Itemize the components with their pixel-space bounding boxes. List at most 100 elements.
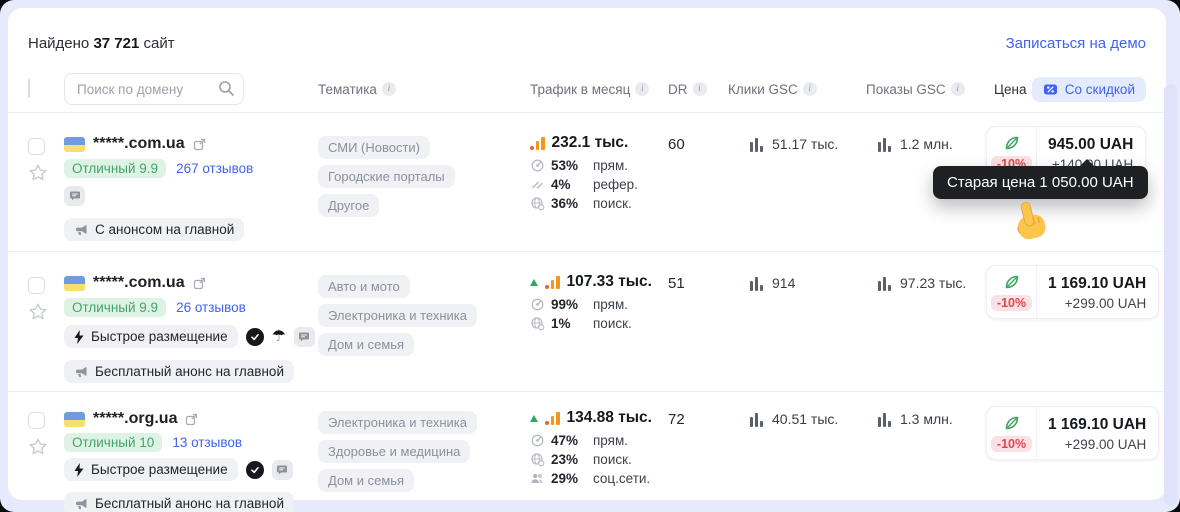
topic-tag: СМИ (Новости) [318, 136, 430, 159]
comment-icon[interactable] [272, 460, 293, 480]
reviews-link[interactable]: 267 отзывов [176, 161, 253, 176]
domain-name[interactable]: *****.com.ua [93, 274, 185, 292]
found-prefix: Найдено [28, 35, 89, 52]
info-icon[interactable]: i [693, 82, 707, 96]
row-checkbox[interactable] [28, 277, 45, 294]
favorite-star-icon[interactable] [28, 302, 48, 322]
discount-badge: -10% [991, 295, 1032, 311]
verified-check-icon[interactable] [246, 328, 264, 346]
bar-chart-icon [750, 412, 763, 427]
table-row: *****.com.ua Отличный 9.9 26 отзывов Быс… [8, 252, 1166, 392]
reviews-link[interactable]: 26 отзывов [176, 300, 246, 315]
traffic-cell: 232.1 тыс. 53% прям. 4% рефер. 36% поиск… [530, 113, 660, 251]
discount-filter-toggle[interactable]: Со скидкой [1032, 77, 1146, 102]
ukraine-flag-icon [64, 137, 85, 152]
row-checkbox[interactable] [28, 412, 45, 429]
info-icon[interactable]: i [803, 82, 817, 96]
column-price: Цена [994, 82, 1026, 97]
direct-traffic-icon [530, 433, 545, 448]
search-input[interactable] [64, 73, 244, 105]
topic-tag: Дом и семья [318, 469, 414, 492]
reviews-link[interactable]: 13 отзывов [172, 435, 242, 450]
column-dr: DR i [660, 82, 726, 97]
found-count: 37 721 [93, 35, 139, 52]
external-link-icon[interactable] [193, 277, 206, 290]
fast-placement-tag: Быстрое размещение [64, 458, 238, 481]
rating-badge: Отличный 9.9 [64, 298, 166, 317]
search-icon [218, 80, 235, 102]
column-clicks-gsc: Клики GSC i [726, 82, 856, 97]
announce-tag: Бесплатный анонс на главной [64, 492, 294, 512]
bar-chart-icon [878, 276, 891, 291]
info-icon[interactable]: i [951, 82, 965, 96]
verified-check-icon[interactable] [246, 461, 264, 479]
trend-up-icon [530, 415, 538, 422]
price-amount: 1 169.10 UAH [1048, 416, 1146, 434]
topic-tag: Дом и семья [318, 333, 414, 356]
table-row: *****.org.ua Отличный 10 13 отзывов Быст… [8, 392, 1166, 512]
traffic-cell: 107.33 тыс. 99% прям. 1% поиск. [530, 252, 660, 391]
vertical-scrollbar[interactable] [1164, 84, 1177, 506]
topics-cell: Электроника и техника Здоровье и медицин… [318, 392, 530, 512]
megaphone-icon [74, 223, 88, 237]
direct-traffic-icon [530, 158, 545, 173]
topic-tag: Другое [318, 194, 379, 217]
row-checkbox[interactable] [28, 138, 45, 155]
megaphone-icon [74, 365, 88, 379]
topics-cell: СМИ (Новости) Городские порталы Другое [318, 113, 530, 251]
rating-badge: Отличный 10 [64, 433, 162, 452]
favorite-star-icon[interactable] [28, 437, 48, 457]
clicks-gsc-cell: 914 [726, 252, 856, 391]
traffic-chart-icon [545, 412, 560, 425]
announce-tag: С анонсом на главной [64, 218, 244, 241]
old-price-tooltip: Старая цена 1 050.00 UAH [933, 166, 1148, 199]
price-card[interactable]: -10% 1 169.10 UAH +299.00 UAH [986, 406, 1159, 460]
favorite-star-icon[interactable] [28, 163, 48, 183]
info-icon[interactable]: i [635, 82, 649, 96]
social-traffic-icon [530, 471, 545, 486]
impressions-gsc-cell: 97.23 тыс. [856, 252, 986, 391]
column-impressions-gsc: Показы GSC i [856, 82, 986, 97]
search-traffic-icon [530, 316, 545, 331]
bar-chart-icon [878, 412, 891, 427]
domain-name[interactable]: *****.com.ua [93, 135, 185, 153]
lightning-icon [74, 330, 84, 344]
domain-name[interactable]: *****.org.ua [93, 410, 177, 428]
megaphone-icon [74, 497, 88, 511]
umbrella-icon[interactable]: ☂ [272, 329, 286, 345]
referral-traffic-icon [530, 177, 545, 192]
search-traffic-icon [530, 196, 545, 211]
bar-chart-icon [750, 137, 763, 152]
demo-signup-link[interactable]: Записаться на демо [1006, 35, 1146, 52]
topics-cell: Авто и мото Электроника и техника Дом и … [318, 252, 530, 391]
leaf-icon [1003, 273, 1021, 291]
traffic-total: 107.33 тыс. [567, 273, 652, 291]
search-traffic-icon [530, 452, 545, 467]
price-extra: +299.00 UAH [1048, 437, 1146, 452]
info-icon[interactable]: i [382, 82, 396, 96]
found-suffix: сайт [144, 35, 175, 52]
traffic-total: 232.1 тыс. [552, 134, 629, 152]
bar-chart-icon [878, 137, 891, 152]
announce-tag: Бесплатный анонс на главной [64, 360, 294, 383]
price-extra: +299.00 UAH [1048, 296, 1146, 311]
comment-icon[interactable] [294, 327, 315, 347]
clicks-gsc-cell: 40.51 тыс. [726, 392, 856, 512]
price-card[interactable]: -10% 1 169.10 UAH +299.00 UAH [986, 265, 1159, 319]
select-all-checkbox[interactable] [28, 79, 30, 98]
external-link-icon[interactable] [185, 413, 198, 426]
marketplace-page: Найдено 37 721 сайт Записаться на демо Т… [0, 0, 1180, 512]
leaf-icon [1003, 134, 1021, 152]
column-traffic: Трафик в месяц i [530, 82, 660, 97]
clicks-gsc-cell: 51.17 тыс. [726, 113, 856, 251]
bar-chart-icon [750, 276, 763, 291]
dr-value: 60 [660, 113, 726, 251]
price-amount: 945.00 UAH [1048, 136, 1133, 154]
topbar: Найдено 37 721 сайт Записаться на демо [8, 8, 1166, 68]
leaf-icon [1003, 414, 1021, 432]
topic-tag: Здоровье и медицина [318, 440, 470, 463]
comment-icon[interactable] [64, 186, 85, 206]
topic-tag: Электроника и техника [318, 411, 477, 434]
external-link-icon[interactable] [193, 138, 206, 151]
topic-tag: Городские порталы [318, 165, 455, 188]
